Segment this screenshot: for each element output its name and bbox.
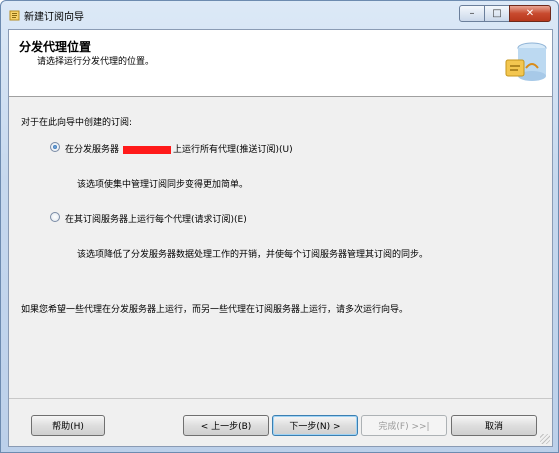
minimize-button[interactable]: –	[459, 5, 485, 22]
option-pull-description: 该选项降低了分发服务器数据处理工作的开销，并使每个订阅服务器管理其订阅的同步。	[77, 250, 429, 260]
title-bar[interactable]: 新建订阅向导 – □ ✕	[1, 1, 558, 29]
option-pull-radio[interactable]	[50, 212, 60, 222]
option-push-prefix: 在分发服务器	[65, 145, 120, 155]
maximize-button[interactable]: □	[484, 5, 510, 22]
cancel-button[interactable]: 取消	[451, 415, 537, 436]
option-pull-label[interactable]: 在其订阅服务器上运行每个代理(请求订阅)(E)	[65, 212, 247, 225]
page-title: 分发代理位置	[19, 40, 92, 54]
redacted-server-name	[123, 145, 172, 154]
database-icon	[502, 38, 548, 86]
footer-divider	[9, 398, 552, 399]
option-push-suffix: 上运行所有代理(推送订阅)(U)	[173, 145, 293, 155]
next-button[interactable]: 下一步(N) >	[272, 415, 358, 436]
multiple-run-note: 如果您希望一些代理在分发服务器上运行，而另一些代理在订阅服务器上运行，请多次运行…	[21, 305, 409, 315]
option-push-description: 该选项使集中管理订阅同步变得更加简单。	[77, 180, 249, 190]
caption-buttons: – □ ✕	[459, 5, 551, 22]
wizard-body: 对于在此向导中创建的订阅: 在分发服务器 上运行所有代理(推送订阅)(U) 该选项…	[9, 97, 552, 398]
finish-button[interactable]: 完成(F) >>|	[361, 415, 447, 436]
window-title: 新建订阅向导	[24, 12, 84, 23]
resize-grip[interactable]	[540, 434, 550, 444]
wizard-window: 新建订阅向导 – □ ✕ 分发代理位置 请选择运行分发代理的位置。 对于在此向导…	[0, 0, 559, 453]
help-button[interactable]: 帮助(H)	[31, 415, 105, 436]
wizard-client-area: 分发代理位置 请选择运行分发代理的位置。 对于在此向导中创建的订阅: 在分发服务…	[8, 29, 553, 447]
question-label: 对于在此向导中创建的订阅:	[21, 118, 133, 128]
option-push-label[interactable]: 在分发服务器 上运行所有代理(推送订阅)(U)	[65, 142, 293, 155]
page-subtitle: 请选择运行分发代理的位置。	[37, 57, 155, 67]
wizard-header: 分发代理位置 请选择运行分发代理的位置。	[9, 30, 552, 97]
close-button[interactable]: ✕	[509, 5, 551, 22]
app-icon	[9, 10, 20, 21]
back-button[interactable]: < 上一步(B)	[183, 415, 269, 436]
option-push-radio[interactable]	[50, 142, 60, 152]
